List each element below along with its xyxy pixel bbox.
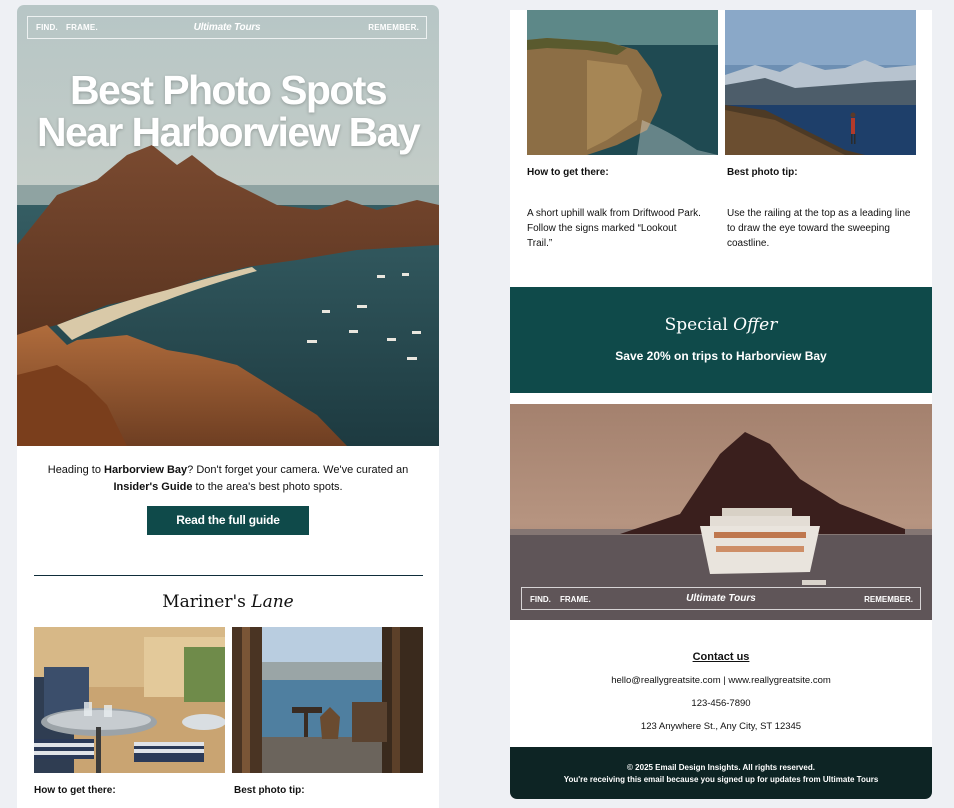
section-title-italic: Lane xyxy=(251,592,294,612)
hero-title: Best Photo Spots Near Harborview Bay xyxy=(17,69,439,153)
contact-email-website[interactable]: hello@reallygreatsite.com | www.reallygr… xyxy=(510,675,932,686)
brand-logo: Ultimate Tours xyxy=(193,22,261,33)
cafe-photo xyxy=(34,627,225,773)
footer-notice: You're receiving this email because you … xyxy=(563,775,879,784)
harbor-view-photo xyxy=(232,627,423,773)
nav-remember-label: REMEMBER. xyxy=(368,23,419,32)
contact-phone[interactable]: 123-456-7890 xyxy=(510,698,932,709)
nav-remember-label: REMEMBER. xyxy=(864,595,913,604)
brand-logo: Ultimate Tours xyxy=(686,593,756,604)
intro-destination: Harborview Bay xyxy=(104,464,188,476)
offer-title-italic: Offer xyxy=(733,315,778,335)
cliff-coast-photo xyxy=(527,10,718,155)
contact-us-link[interactable]: Contact us xyxy=(510,651,932,663)
left-tip-heading: Best photo tip: xyxy=(234,785,305,796)
fjord-hiker-photo xyxy=(725,10,916,155)
hero-title-line1: Best Photo Spots xyxy=(69,67,388,113)
special-offer-banner[interactable]: Special Offer Save 20% on trips to Harbo… xyxy=(510,287,932,393)
right-tip-text: Use the railing at the top as a leading … xyxy=(727,208,911,249)
intro-paragraph: Heading to Harborview Bay? Don't forget … xyxy=(45,462,411,496)
section-divider xyxy=(34,575,423,576)
footer-nav-bar: FIND. FRAME. Ultimate Tours REMEMBER. xyxy=(521,587,921,610)
intro-text: ? Don't forget your camera. We've curate… xyxy=(187,464,409,476)
read-guide-button[interactable]: Read the full guide xyxy=(147,506,309,535)
intro-guide-name: Insider's Guide xyxy=(113,481,193,493)
intro-text: Heading to xyxy=(47,464,105,476)
contact-address: 123 Anywhere St., Any City, ST 12345 xyxy=(640,721,802,732)
section-title-plain: Mariner's xyxy=(162,592,252,612)
intro-text: to the area's best photo spots. xyxy=(192,481,343,493)
email-left-column: FIND. FRAME. Ultimate Tours REMEMBER. Be… xyxy=(17,5,439,808)
footer-copyright: © 2025 Email Design Insights. All rights… xyxy=(627,763,815,772)
right-how-heading: How to get there: xyxy=(527,167,609,178)
offer-subtitle: Save 20% on trips to Harborview Bay xyxy=(615,349,827,363)
offer-title: Special Offer xyxy=(510,315,932,335)
right-how-text: A short uphill walk from Driftwood Park.… xyxy=(527,208,701,249)
sunset-boat-photo: FIND. FRAME. Ultimate Tours REMEMBER. xyxy=(510,404,932,620)
left-how-heading: How to get there: xyxy=(34,785,116,796)
offer-title-plain: Special xyxy=(664,315,734,335)
hero-nav-bar: FIND. FRAME. Ultimate Tours REMEMBER. xyxy=(27,16,427,39)
email-footer: © 2025 Email Design Insights. All rights… xyxy=(510,747,932,799)
hero-banner: FIND. FRAME. Ultimate Tours REMEMBER. Be… xyxy=(17,5,439,446)
section-title: Mariner's Lane xyxy=(17,592,439,612)
right-tip-heading: Best photo tip: xyxy=(727,167,798,178)
hero-title-line2: Near Harborview Bay xyxy=(36,109,421,155)
email-right-column: How to get there: Best photo tip: A shor… xyxy=(510,10,932,799)
